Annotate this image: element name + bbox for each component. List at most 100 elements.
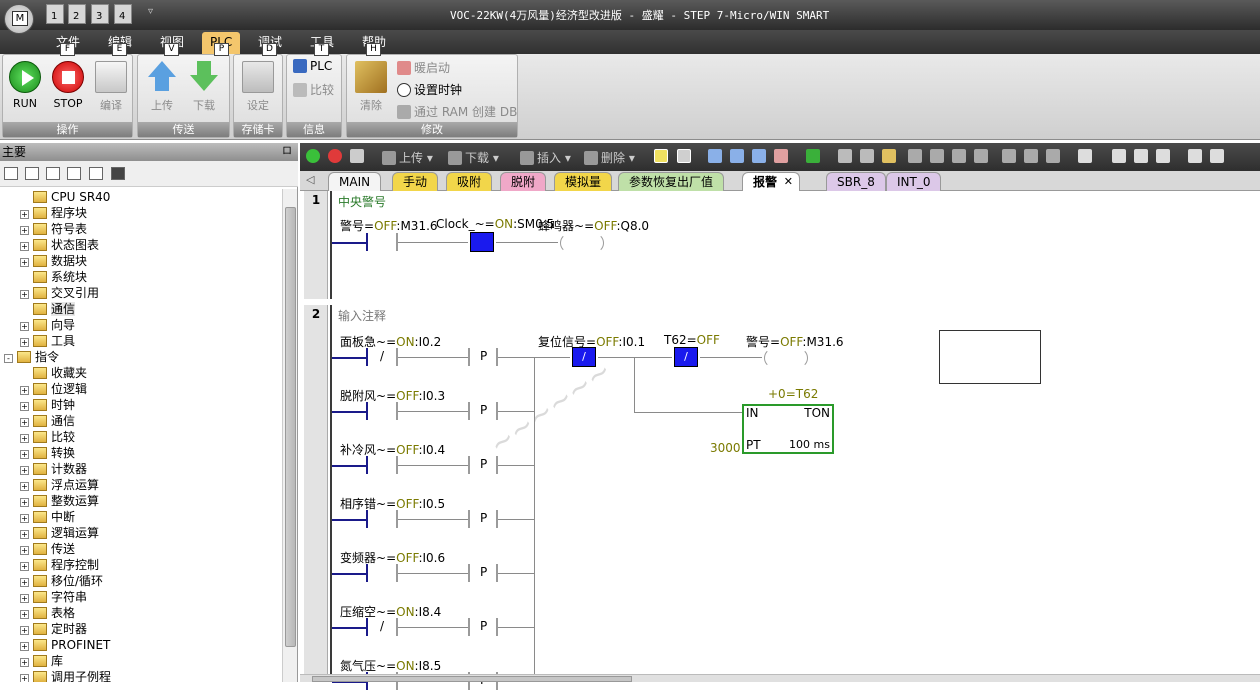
goto-icon[interactable] <box>806 149 823 163</box>
tree-item[interactable]: + PROFINET <box>20 637 110 653</box>
toolbar-icon-c[interactable] <box>752 149 769 163</box>
tree-item[interactable]: + 浮点运算 <box>20 477 99 493</box>
setup-button[interactable]: 设定 <box>238 59 278 113</box>
expand-icon[interactable]: + <box>20 434 29 443</box>
comment-icon[interactable] <box>1078 149 1095 163</box>
tree-scrollbar[interactable] <box>282 189 297 682</box>
n2-row-contact-neg[interactable]: / <box>380 349 384 363</box>
tree-item[interactable]: + 计数器 <box>20 461 87 477</box>
expand-icon[interactable]: + <box>20 450 29 459</box>
box-icon[interactable] <box>1046 149 1063 163</box>
toolbar-icon-a[interactable] <box>708 149 725 163</box>
tree-item[interactable]: + 程序控制 <box>20 557 99 573</box>
tree-item[interactable]: + 程序块 <box>20 205 87 221</box>
n2-row-contact[interactable] <box>366 510 368 528</box>
n2-row-contact[interactable] <box>366 564 368 582</box>
clear-button[interactable]: 清除 <box>351 59 391 113</box>
network-1-comment[interactable]: 中央警号 <box>338 193 386 210</box>
expand-icon[interactable]: + <box>20 242 29 251</box>
qat-open-button[interactable]: 2 <box>68 4 86 24</box>
run-button[interactable]: RUN <box>5 59 45 110</box>
tree-item[interactable]: + 状态图表 <box>20 237 99 253</box>
toolbar-icon-d[interactable] <box>774 149 791 163</box>
n2-row-contact[interactable] <box>366 456 368 474</box>
tree-item[interactable]: + 整数运算 <box>20 493 99 509</box>
tree-item[interactable]: + 逻辑运算 <box>20 525 99 541</box>
expand-icon[interactable]: + <box>20 466 29 475</box>
expand-icon[interactable]: + <box>20 258 29 267</box>
view-icon-5[interactable] <box>89 167 103 180</box>
tree-item[interactable]: 系统块 <box>20 269 87 285</box>
tree-item[interactable]: 收藏夹 <box>20 365 87 381</box>
tab-main[interactable]: MAIN <box>328 172 382 191</box>
tab-scroll-left-icon[interactable]: ◁ <box>306 173 314 186</box>
branch-up-icon[interactable] <box>930 149 947 163</box>
tree-item[interactable]: + 字符串 <box>20 589 87 605</box>
tree-item[interactable]: 通信 <box>20 301 76 317</box>
tab-analog[interactable]: 模拟量 <box>554 172 613 191</box>
tree-item[interactable]: + 传送 <box>20 541 75 557</box>
tree-item[interactable]: + 中断 <box>20 509 75 525</box>
tree-item[interactable]: + 表格 <box>20 605 75 621</box>
properties-icon[interactable] <box>1134 149 1151 163</box>
tab-manual[interactable]: 手动 <box>392 172 439 191</box>
tree-item[interactable]: + 比较 <box>20 429 75 445</box>
expand-icon[interactable]: + <box>20 226 29 235</box>
editor-stop-icon[interactable] <box>328 149 345 163</box>
n1-coil[interactable] <box>560 233 604 253</box>
qat-dropdown-icon[interactable]: ▿ <box>148 6 153 17</box>
tree-item[interactable]: CPU SR40 <box>20 189 110 205</box>
tab-alarm[interactable]: 报警 ✕ <box>742 172 801 191</box>
n2-row-p-contact[interactable] <box>468 348 470 366</box>
create-db-button[interactable]: 通过 RAM 创建 DB <box>397 103 517 120</box>
expand-icon[interactable]: + <box>20 530 29 539</box>
compare-button[interactable]: 比较 <box>293 81 334 98</box>
expand-icon[interactable]: + <box>20 610 29 619</box>
line-right-icon[interactable] <box>974 149 991 163</box>
n2-row-p-contact[interactable] <box>468 510 470 528</box>
lock-icon[interactable] <box>838 149 855 163</box>
close-tab-icon[interactable]: ✕ <box>784 173 793 191</box>
tree-item[interactable]: + 转换 <box>20 445 75 461</box>
print-icon[interactable] <box>1188 149 1205 163</box>
qat-new-button[interactable]: 1 <box>46 4 64 24</box>
editor-upload-button[interactable]: 上传 ▾ <box>382 149 433 166</box>
expand-icon[interactable]: + <box>20 594 29 603</box>
set-clock-button[interactable]: 设置时钟 <box>397 81 462 98</box>
editor-compile-icon[interactable] <box>350 149 367 163</box>
tree-item[interactable]: + 位逻辑 <box>20 381 87 397</box>
plc-info-button[interactable]: PLC <box>293 59 332 73</box>
n2-alarm-coil[interactable] <box>764 348 808 368</box>
unlock-icon[interactable] <box>860 149 877 163</box>
coil-icon[interactable] <box>1024 149 1041 163</box>
editor-download-button[interactable]: 下载 ▾ <box>448 149 499 166</box>
tree-scroll-thumb[interactable] <box>285 207 296 647</box>
timer-ton-box[interactable]: IN TON PT 100 ms <box>742 404 834 454</box>
tab-adsorb[interactable]: 吸附 <box>446 172 493 191</box>
tab-factory-reset[interactable]: 参数恢复出厂值 <box>618 172 725 191</box>
tree-item[interactable]: + 库 <box>20 653 63 669</box>
editor-run-icon[interactable] <box>306 149 323 163</box>
expand-icon[interactable]: + <box>20 562 29 571</box>
n2-row-contact[interactable] <box>366 348 368 366</box>
tree-item[interactable]: + 数据块 <box>20 253 87 269</box>
tree-item[interactable]: + 定时器 <box>20 621 87 637</box>
stop-button[interactable]: STOP <box>48 59 88 110</box>
editor-hscroll-thumb[interactable] <box>312 676 632 682</box>
branch-down-icon[interactable] <box>908 149 925 163</box>
view-icon-2[interactable] <box>25 167 39 180</box>
bookmark-icon[interactable] <box>1112 149 1129 163</box>
view-icon-4[interactable] <box>67 167 81 180</box>
expand-icon[interactable]: + <box>20 642 29 651</box>
download-button[interactable]: 下载 <box>184 59 224 113</box>
expand-icon[interactable]: + <box>20 322 29 331</box>
n2-row-p-contact[interactable] <box>468 618 470 636</box>
expand-icon[interactable]: + <box>20 402 29 411</box>
tab-int0[interactable]: INT_0 <box>886 172 942 191</box>
n2-row-p-contact[interactable] <box>468 564 470 582</box>
tree-item[interactable]: + 工具 <box>20 333 75 349</box>
tree-item[interactable]: + 移位/循环 <box>20 573 103 589</box>
n2-t62-contact[interactable]: / <box>674 347 698 367</box>
view-icon-3[interactable] <box>46 167 60 180</box>
tree-item[interactable]: + 交叉引用 <box>20 285 99 301</box>
